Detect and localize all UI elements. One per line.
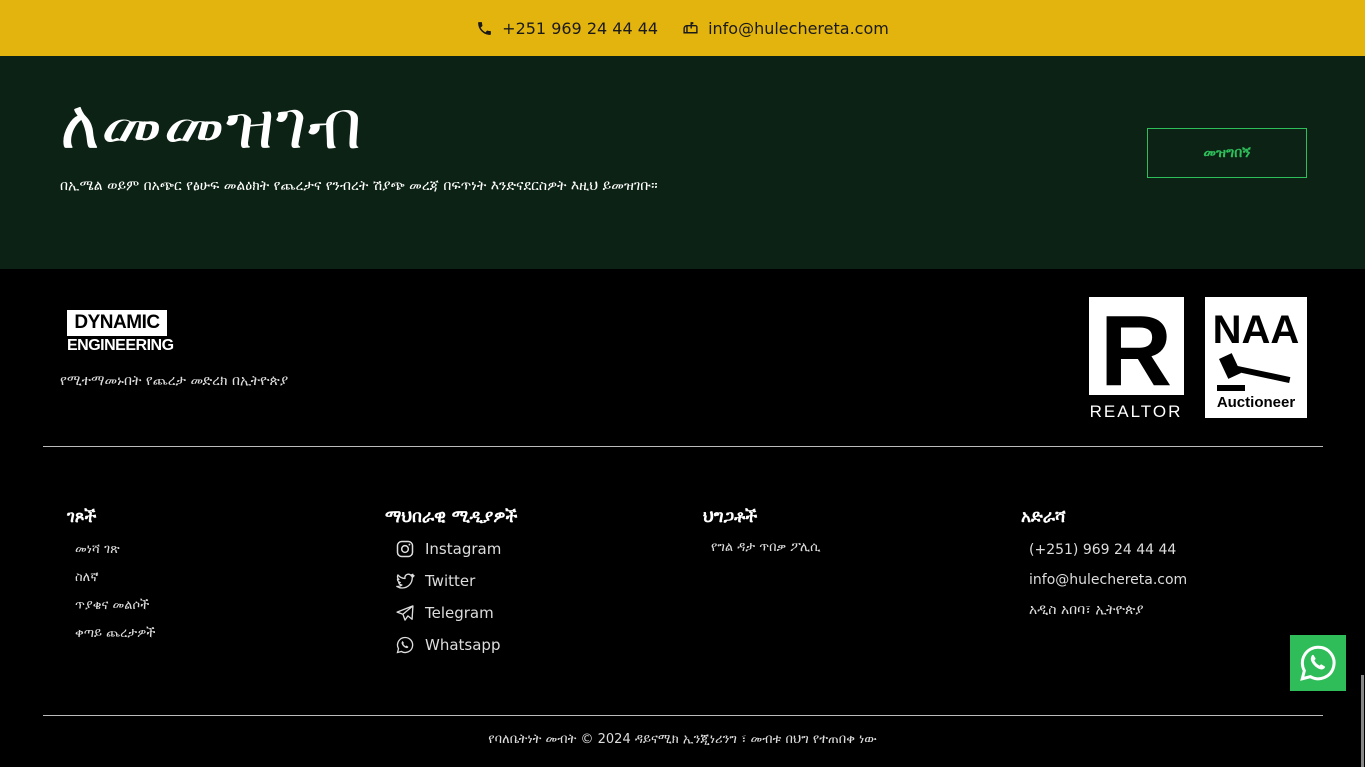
- copyright-text: የባለቤትነት መብት © 2024 ዳይናሚክ ኢንጂነሪንግ ፣ መብቱ በ…: [488, 732, 877, 747]
- footer-column-pages: ገጾች መነሻ ገጽ ስለኛ ጥያቄና መልሶች ቀጣይ ጨረታዎች: [67, 506, 367, 648]
- auctioneer-label: Auctioneer: [1217, 394, 1296, 411]
- mailbox-icon: [682, 20, 699, 37]
- topbar-phone[interactable]: +251 969 24 44 44: [476, 19, 658, 38]
- naa-auctioneer-badge: NAA Auctioneer: [1205, 297, 1307, 418]
- policies-heading: ህግጋቶች: [703, 507, 758, 527]
- footer-column-address: አድራሻ (+251) 969 24 44 44 info@hulecheret…: [1021, 506, 1321, 625]
- footer-brand-area: DYNAMIC ENGINEERING የሚተማመኑበት የጨረታ መድረክ በ…: [0, 269, 1365, 447]
- brand-tagline: የሚተማመኑበት የጨረታ መድረክ በኢትዮጵያ: [60, 373, 289, 389]
- pages-link-faq[interactable]: ጥያቄና መልሶች: [67, 592, 367, 620]
- twitter-icon: [396, 573, 415, 589]
- address-phone[interactable]: (+251) 969 24 44 44: [1021, 535, 1321, 565]
- social-link-telegram[interactable]: Telegram: [385, 597, 685, 629]
- realtor-r-letter: R: [1100, 297, 1172, 407]
- social-link-instagram[interactable]: Instagram: [385, 533, 685, 565]
- phone-icon: [476, 20, 493, 37]
- telegram-icon: [396, 605, 414, 621]
- address-location: አዲስ አበባ፣ ኢትዮጵያ: [1029, 602, 1144, 618]
- gavel-icon: [1217, 353, 1291, 391]
- footer-divider-top: [43, 446, 1323, 447]
- dynamic-engineering-logo[interactable]: DYNAMIC ENGINEERING: [67, 310, 174, 356]
- topbar-phone-text: +251 969 24 44 44: [502, 18, 659, 38]
- social-link-twitter[interactable]: Twitter: [385, 565, 685, 597]
- page-scrollbar[interactable]: [1361, 675, 1364, 767]
- subscribe-section: ለመመዝገብ በኢሜል ወይም በአጭር የፅሁፍ መልዕክት የጨረታና የን…: [0, 56, 1365, 269]
- pages-link-upcoming[interactable]: ቀጣይ ጨረታዎች: [67, 620, 367, 648]
- policies-link-privacy[interactable]: የግል ዳታ ጥበቃ ፖሊሲ: [703, 534, 1003, 562]
- address-heading: አድራሻ: [1021, 507, 1066, 527]
- social-twitter-label: Twitter: [425, 572, 476, 590]
- logo-line-1: DYNAMIC: [67, 310, 167, 336]
- social-whatsapp-label: Whatsapp: [425, 636, 501, 654]
- instagram-icon: [396, 540, 414, 558]
- logo-line-2: ENGINEERING: [67, 337, 174, 354]
- social-instagram-label: Instagram: [425, 540, 502, 558]
- pages-link-about[interactable]: ስለኛ: [67, 564, 367, 592]
- naa-label: NAA: [1213, 308, 1300, 352]
- realtor-label: REALTOR: [1090, 402, 1183, 419]
- subscribe-title: ለመመዝገብ: [60, 86, 363, 165]
- social-heading: ማህበራዊ ሚዲያዎች: [385, 507, 518, 527]
- realtor-badge: R REALTOR: [1089, 295, 1189, 421]
- whatsapp-float-button[interactable]: [1290, 635, 1346, 691]
- pages-heading: ገጾች: [67, 507, 97, 527]
- footer-divider-bottom: [43, 715, 1323, 716]
- whatsapp-icon: [396, 636, 414, 654]
- address-email[interactable]: info@hulechereta.com: [1021, 565, 1321, 595]
- top-contact-bar: +251 969 24 44 44 info@hulechereta.com: [0, 0, 1365, 56]
- subscribe-description: በኢሜል ወይም በአጭር የፅሁፍ መልዕክት የጨረታና የንብረት ሽያጭ…: [60, 178, 658, 194]
- footer-column-social: ማህበራዊ ሚዲያዎች Instagram Twitter Telegram W…: [385, 506, 685, 661]
- pages-link-home[interactable]: መነሻ ገጽ: [67, 536, 367, 564]
- whatsapp-float-icon: [1300, 645, 1336, 681]
- subscribe-button[interactable]: መዝግበኝ: [1147, 128, 1307, 178]
- topbar-email[interactable]: info@hulechereta.com: [682, 19, 889, 38]
- social-link-whatsapp[interactable]: Whatsapp: [385, 629, 685, 661]
- social-telegram-label: Telegram: [425, 604, 494, 622]
- footer-column-policies: ህግጋቶች የግል ዳታ ጥበቃ ፖሊሲ: [703, 506, 1003, 562]
- topbar-email-text: info@hulechereta.com: [708, 18, 889, 38]
